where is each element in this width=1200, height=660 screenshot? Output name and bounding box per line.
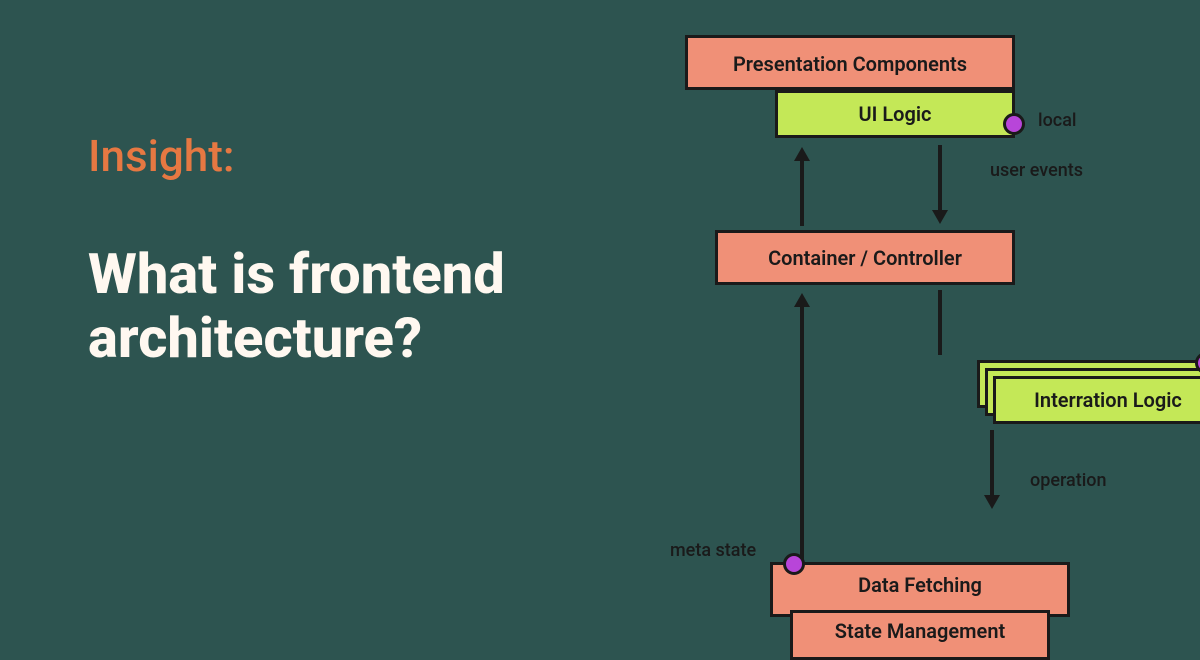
ui-logic-box: UI Logic	[775, 90, 1015, 138]
meta-state-label: meta state	[670, 540, 756, 561]
architecture-diagram: Presentation Components UI Logic local u…	[620, 0, 1200, 630]
local-label: local	[1038, 110, 1077, 131]
arrow-line	[990, 430, 994, 498]
dot-icon	[1003, 113, 1025, 135]
arrow-line	[938, 290, 942, 355]
presentation-box: Presentation Components	[685, 35, 1015, 90]
arrow-line	[800, 158, 804, 226]
arrow-line	[938, 145, 942, 213]
insight-label: Insight:	[88, 130, 608, 182]
arrow-up-icon	[794, 147, 810, 161]
operation-label: operation	[1030, 470, 1107, 491]
arrow-down-icon	[984, 495, 1000, 509]
interration-logic-box: Interration Logic	[993, 376, 1200, 424]
dot-icon	[783, 553, 805, 575]
user-events-label: user events	[990, 160, 1083, 181]
arrow-down-icon	[932, 210, 948, 224]
arrow-up-icon	[794, 293, 810, 307]
data-fetching-box: Data Fetching	[770, 562, 1070, 617]
main-title: What is frontend architecture?	[88, 242, 608, 371]
arrow-line	[800, 305, 804, 570]
state-management-box: State Management	[790, 610, 1050, 660]
container-box: Container / Controller	[715, 230, 1015, 285]
